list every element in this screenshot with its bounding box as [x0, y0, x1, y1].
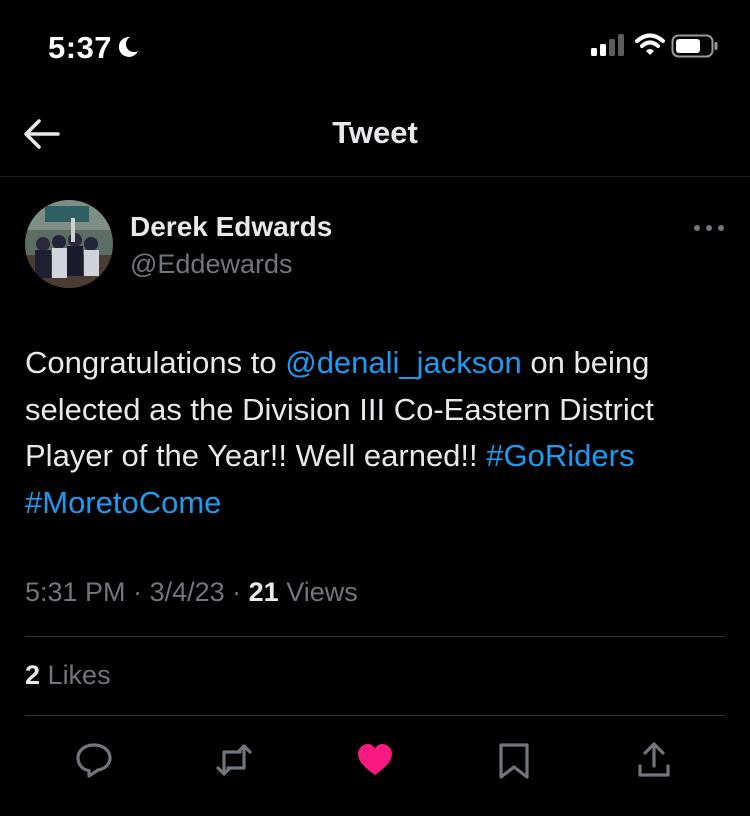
tweet-text-part: Congratulations to: [25, 345, 286, 380]
bookmark-icon[interactable]: [494, 740, 534, 780]
signal-icon: [591, 34, 624, 56]
more-options-icon[interactable]: [692, 218, 726, 238]
share-icon[interactable]: [634, 740, 674, 780]
views-label: Views: [286, 577, 358, 607]
tweet-time: 5:31 PM: [25, 577, 126, 607]
avatar[interactable]: [25, 200, 113, 288]
tweet-date: 3/4/23: [149, 577, 225, 607]
reply-icon[interactable]: [74, 740, 114, 780]
author-name[interactable]: Derek Edwards: [130, 211, 332, 243]
hashtag-link[interactable]: #MoretoCome: [25, 485, 221, 520]
likes-label: Likes: [47, 660, 111, 690]
mention-link[interactable]: @denali_jackson: [285, 345, 522, 380]
author-handle[interactable]: @Eddewards: [130, 249, 293, 280]
moon-icon: [118, 36, 138, 57]
status-time: 5:37: [48, 30, 113, 65]
views-count: 21: [248, 577, 279, 607]
wifi-icon: [635, 33, 665, 55]
like-icon[interactable]: [355, 740, 395, 780]
battery-icon: [671, 34, 718, 58]
tweet-meta: 5:31 PM · 3/4/23 · 21 Views: [25, 577, 358, 607]
divider: [25, 715, 725, 716]
hashtag-link[interactable]: #GoRiders: [486, 438, 634, 473]
divider: [25, 636, 725, 637]
tweet-header: Tweet: [0, 94, 750, 176]
likes-count: 2: [25, 660, 41, 690]
likes-stat[interactable]: 2 Likes: [25, 660, 111, 691]
header-divider: [0, 176, 750, 177]
tweet-text: Congratulations to @denali_jackson on be…: [25, 340, 730, 526]
status-bar: 5:37: [0, 0, 750, 94]
retweet-icon[interactable]: [214, 740, 254, 780]
page-title: Tweet: [332, 115, 418, 150]
